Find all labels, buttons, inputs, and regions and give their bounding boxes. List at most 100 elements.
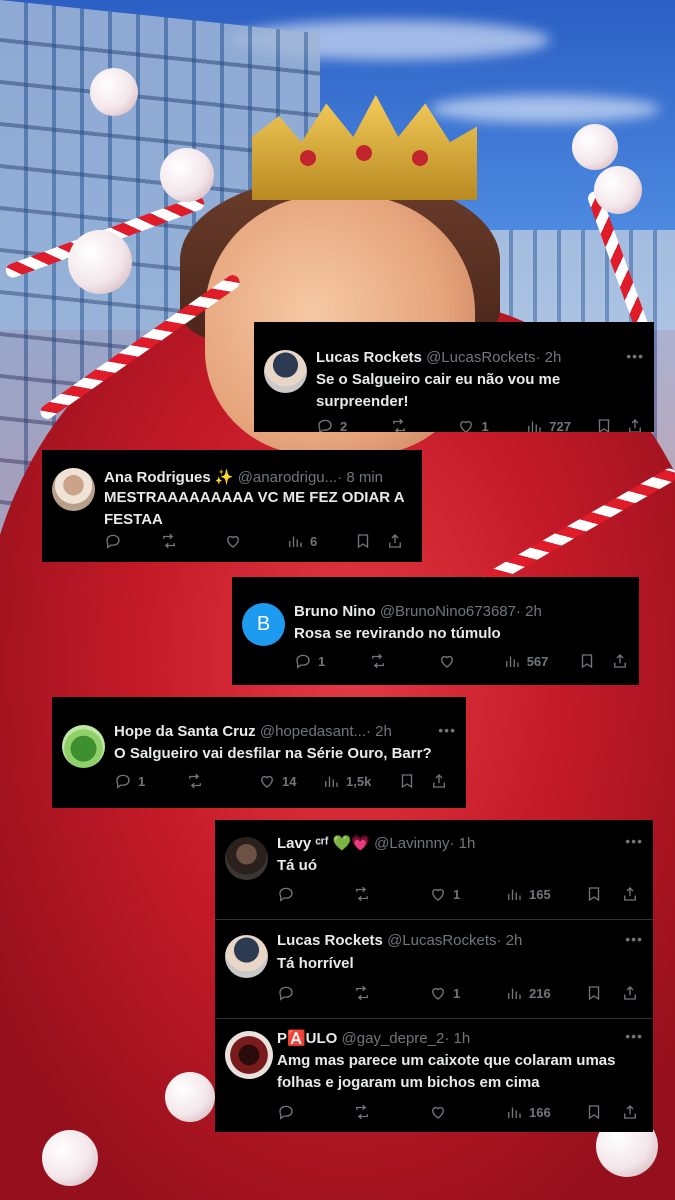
repost-icon [160,532,178,550]
repost-button[interactable] [390,417,458,432]
views-button[interactable]: 165 [505,885,585,903]
tweet[interactable]: Lucas Rockets @LucasRockets· 2h ••• Tá h… [215,920,653,1018]
avatar[interactable] [264,350,307,393]
like-button[interactable]: 1 [457,417,525,432]
timestamp[interactable]: · 2h [497,932,523,949]
avatar[interactable]: B [242,603,285,646]
timestamp[interactable]: · 1h [449,835,475,852]
share-button[interactable] [430,772,448,790]
more-icon[interactable]: ••• [626,348,644,364]
reply-button[interactable]: 1 [294,652,369,670]
repost-button[interactable] [353,984,429,1002]
like-button[interactable]: 14 [258,772,322,790]
share-button[interactable] [611,652,629,670]
timestamp[interactable]: · 2h [516,603,542,620]
reply-button[interactable]: 2 [316,417,390,432]
user-handle[interactable]: @BrunoNino673687 [380,603,516,620]
bookmark-button[interactable] [354,532,386,550]
repost-button[interactable] [369,652,438,670]
like-icon [438,652,456,670]
tweet[interactable]: P🅰️ULO @gay_depre_2· 1h ••• Amg mas pare… [215,1019,653,1132]
reply-button[interactable]: 1 [114,772,186,790]
repost-button[interactable] [353,1103,429,1121]
tweet[interactable]: B Bruno Nino @BrunoNino673687· 2h Rosa s… [232,577,639,685]
tweet-header: Lucas Rockets @LucasRockets· 2h [277,932,613,949]
pompom [90,68,138,116]
avatar[interactable] [225,837,268,880]
user-handle[interactable]: @anarodrigu... [238,469,337,486]
more-icon[interactable]: ••• [625,1028,643,1044]
tweet[interactable]: Hope da Santa Cruz @hopedasant...· 2h ••… [52,697,466,808]
bookmark-button[interactable] [578,652,611,670]
reply-icon [277,984,295,1002]
user-handle[interactable]: @LucasRockets [426,349,535,366]
timestamp[interactable]: · 2h [536,349,562,366]
avatar-initial: B [256,613,271,635]
reply-button[interactable] [277,1103,353,1121]
share-button[interactable] [626,417,644,432]
crown-gem [300,150,316,166]
more-icon[interactable]: ••• [625,833,643,849]
reply-button[interactable] [277,984,353,1002]
reply-icon [294,652,312,670]
share-button[interactable] [621,1103,639,1121]
like-button[interactable] [429,1103,505,1121]
tweet-text: Amg mas parece um caixote que colaram um… [277,1052,616,1091]
share-button[interactable] [621,885,639,903]
share-button[interactable] [386,532,404,550]
views-button[interactable]: 567 [503,652,578,670]
display-name[interactable]: Hope da Santa Cruz [114,723,256,740]
display-name[interactable]: Ana Rodrigues ✨ [104,469,234,486]
user-handle[interactable]: @gay_depre_2 [342,1030,445,1047]
timestamp[interactable]: · 1h [444,1030,470,1047]
bookmark-button[interactable] [398,772,430,790]
avatar[interactable] [225,1031,273,1079]
like-button[interactable]: 1 [429,885,505,903]
views-icon [322,772,340,790]
tweet[interactable]: Lavy ᶜʳᶠ 💚💗 @Lavinnny· 1h ••• Tá uó 1 16… [215,820,653,920]
timestamp[interactable]: · 2h [366,723,392,740]
views-button[interactable]: 216 [505,984,585,1002]
user-handle[interactable]: @Lavinnny [374,835,449,852]
share-icon [621,1103,639,1121]
timestamp[interactable]: · 8 min [337,469,383,486]
avatar[interactable] [62,725,105,768]
tweet-card[interactable]: Lucas Rockets @LucasRockets· 2h ••• Se o… [254,322,654,432]
user-handle[interactable]: @LucasRockets [387,932,496,949]
views-button[interactable]: 1,5k [322,772,398,790]
bookmark-button[interactable] [595,417,626,432]
display-name[interactable]: Lavy ᶜʳᶠ 💚💗 [277,835,370,852]
user-handle[interactable]: @hopedasant... [260,723,366,740]
share-button[interactable] [621,984,639,1002]
like-button[interactable] [224,532,286,550]
avatar[interactable] [225,935,268,978]
display-name[interactable]: Lucas Rockets [316,349,422,366]
repost-button[interactable] [160,532,224,550]
display-name[interactable]: Lucas Rockets [277,932,383,949]
views-button[interactable]: 727 [525,417,595,432]
like-icon [457,417,475,432]
tweet-card[interactable]: Ana Rodrigues ✨ @anarodrigu...· 8 min ME… [42,450,422,562]
tweet-card[interactable]: Hope da Santa Cruz @hopedasant...· 2h ••… [52,697,466,808]
bookmark-button[interactable] [585,885,621,903]
bookmark-button[interactable] [585,984,621,1002]
reply-button[interactable] [277,885,353,903]
display-name[interactable]: Bruno Nino [294,603,376,620]
bookmark-button[interactable] [585,1103,621,1121]
repost-button[interactable] [186,772,258,790]
views-button[interactable]: 166 [505,1103,585,1121]
tweet-card[interactable]: B Bruno Nino @BrunoNino673687· 2h Rosa s… [232,577,639,685]
repost-button[interactable] [353,885,429,903]
more-icon[interactable]: ••• [625,931,643,947]
like-button[interactable]: 1 [429,984,505,1002]
display-name[interactable]: P🅰️ULO [277,1030,337,1047]
tweet[interactable]: Ana Rodrigues ✨ @anarodrigu...· 8 min ME… [42,450,422,562]
avatar[interactable] [52,468,95,511]
views-button[interactable]: 6 [286,532,354,550]
like-button[interactable] [438,652,503,670]
reply-button[interactable] [104,532,160,550]
tweet-header: Hope da Santa Cruz @hopedasant...· 2h [114,723,432,740]
more-icon[interactable]: ••• [438,722,456,738]
tweet-thread-card[interactable]: Lavy ᶜʳᶠ 💚💗 @Lavinnny· 1h ••• Tá uó 1 16… [215,820,653,1132]
tweet[interactable]: Lucas Rockets @LucasRockets· 2h ••• Se o… [254,322,654,432]
